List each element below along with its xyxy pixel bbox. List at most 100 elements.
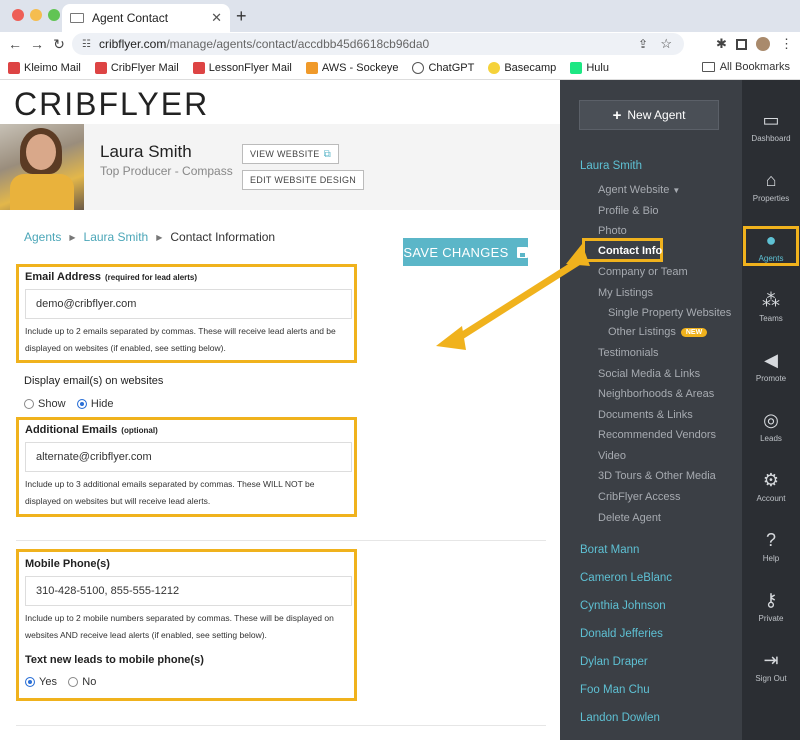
menu-single-property-websites[interactable]: Single Property Websites xyxy=(608,307,731,319)
new-agent-button[interactable]: + New Agent xyxy=(579,100,719,130)
rail-account[interactable]: ⚙ Account xyxy=(742,470,800,503)
new-tab-icon[interactable]: + xyxy=(236,6,247,27)
menu-delete-agent[interactable]: Delete Agent xyxy=(598,512,661,524)
menu-photo[interactable]: Photo xyxy=(598,225,627,237)
house-icon: ⌂ xyxy=(765,170,777,190)
agent-link-landon-dowlen[interactable]: Landon Dowlen xyxy=(580,712,660,724)
side-panel-icon[interactable] xyxy=(736,39,747,50)
view-website-button[interactable]: VIEW WEBSITE ⧉ xyxy=(242,144,340,164)
rail-teams[interactable]: ⁂ Teams xyxy=(742,290,800,323)
save-changes-button[interactable]: SAVE CHANGES xyxy=(403,238,528,266)
rail-agents[interactable]: ● Agents xyxy=(742,230,800,263)
hide-radio[interactable] xyxy=(76,398,87,409)
menu-social-media[interactable]: Social Media & Links xyxy=(598,368,700,380)
bookmark-kleimo-mail[interactable]: Kleimo Mail xyxy=(8,61,81,74)
rail-properties[interactable]: ⌂ Properties xyxy=(742,170,800,203)
address-bar[interactable]: ☷ cribflyer.com/manage/agents/contact/ac… xyxy=(72,33,684,55)
agent-link-cameron-leblanc[interactable]: Cameron LeBlanc xyxy=(580,572,672,584)
sign-out-icon: ⇥ xyxy=(763,650,779,670)
breadcrumb-current: Contact Information xyxy=(170,230,276,244)
menu-contact-info[interactable]: Contact Info xyxy=(598,245,662,257)
minimize-window-button[interactable] xyxy=(30,9,42,21)
person-icon: ● xyxy=(765,230,777,250)
bookmark-hulu[interactable]: Hulu xyxy=(570,61,609,74)
breadcrumb-agent[interactable]: Laura Smith xyxy=(84,230,149,244)
bookmark-aws[interactable]: AWS - Sockeye xyxy=(305,61,398,74)
agent-link-foo-man-chu[interactable]: Foo Man Chu xyxy=(580,684,650,696)
menu-other-listings[interactable]: Other Listings NEW xyxy=(608,326,708,338)
rail-help[interactable]: ? Help xyxy=(742,530,800,563)
rail-promote[interactable]: ◀ Promote xyxy=(742,350,800,383)
browser-tab[interactable]: Agent Contact ✕ xyxy=(62,4,230,32)
menu-agent-website[interactable]: Agent Website ▼ xyxy=(598,184,680,196)
gmail-icon xyxy=(8,61,20,74)
agent-link-borat-mann[interactable]: Borat Mann xyxy=(580,544,639,556)
bookmark-star-icon[interactable]: ☆ xyxy=(660,36,672,52)
additional-emails-section: Additional Emails (optional) alternate@cr… xyxy=(16,417,357,517)
agent-sidebar: + New Agent Laura Smith Agent Website ▼ P… xyxy=(560,80,742,740)
no-radio[interactable] xyxy=(68,676,79,687)
menu-video[interactable]: Video xyxy=(598,450,626,462)
menu-recommended-vendors[interactable]: Recommended Vendors xyxy=(598,429,716,441)
agent-link-cynthia-johnson[interactable]: Cynthia Johnson xyxy=(580,600,666,612)
rail-dashboard[interactable]: ▭ Dashboard xyxy=(742,110,800,143)
additional-emails-field[interactable]: alternate@cribflyer.com xyxy=(25,442,352,472)
site-logo[interactable]: CRIBFLYER xyxy=(14,86,209,123)
external-link-icon: ⧉ xyxy=(323,148,332,160)
basecamp-icon xyxy=(488,61,501,74)
menu-my-listings[interactable]: My Listings xyxy=(598,287,653,299)
back-icon[interactable]: ← xyxy=(4,36,26,52)
menu-3d-tours[interactable]: 3D Tours & Other Media xyxy=(598,470,716,482)
menu-testimonials[interactable]: Testimonials xyxy=(598,347,659,359)
close-window-button[interactable] xyxy=(12,9,24,21)
forward-icon[interactable]: → xyxy=(26,36,48,52)
extensions-icon[interactable]: ✱ xyxy=(716,36,727,52)
profile-avatar[interactable] xyxy=(756,37,770,51)
mobile-phone-label: Mobile Phone(s) xyxy=(25,558,110,570)
hulu-icon xyxy=(570,61,583,74)
email-help-text: Include up to 2 emails separated by comm… xyxy=(25,326,336,353)
all-bookmarks[interactable]: All Bookmarks xyxy=(701,61,790,73)
menu-cribflyer-access[interactable]: CribFlyer Access xyxy=(598,491,681,503)
agent-name: Laura Smith xyxy=(100,142,192,161)
reload-icon[interactable]: ↻ xyxy=(48,36,70,53)
chevron-right-icon: ▶ xyxy=(156,232,163,242)
tab-favicon-icon xyxy=(70,13,84,23)
menu-neighborhoods[interactable]: Neighborhoods & Areas xyxy=(598,388,714,400)
yes-radio[interactable] xyxy=(25,676,35,687)
show-radio[interactable] xyxy=(24,398,34,409)
nav-bar: ← → ↻ ☷ cribflyer.com/manage/agents/cont… xyxy=(0,32,800,56)
menu-documents[interactable]: Documents & Links xyxy=(598,409,693,421)
maximize-window-button[interactable] xyxy=(48,9,60,21)
agent-link-dylan-draper[interactable]: Dylan Draper xyxy=(580,656,648,668)
mobile-phone-section: Mobile Phone(s) 310-428-5100, 855-555-12… xyxy=(16,549,357,701)
share-icon[interactable]: ⇪ xyxy=(638,37,648,51)
edit-website-design-button[interactable]: EDIT WEBSITE DESIGN xyxy=(242,170,365,190)
rail-leads[interactable]: ◎ Leads xyxy=(742,410,800,443)
gmail-icon xyxy=(192,61,205,74)
url-path: /manage/agents/contact/accdbb45d6618cb96… xyxy=(166,37,430,51)
current-agent-link[interactable]: Laura Smith xyxy=(580,160,642,172)
rail-private[interactable]: ⚷ Private xyxy=(742,590,800,623)
gear-icon: ⚙ xyxy=(762,470,780,490)
plus-icon: + xyxy=(612,106,622,124)
agent-link-donald-jefferies[interactable]: Donald Jefferies xyxy=(580,628,663,640)
menu-profile-bio[interactable]: Profile & Bio xyxy=(598,205,659,217)
bookmark-cribflyer-mail[interactable]: CribFlyer Mail xyxy=(94,61,179,74)
site-info-icon[interactable]: ☷ xyxy=(82,39,91,50)
bookmark-lessonflyer-mail[interactable]: LessonFlyer Mail xyxy=(192,61,292,74)
bookmarks-bar: Kleimo Mail CribFlyer Mail LessonFlyer M… xyxy=(0,56,800,80)
menu-company-team[interactable]: Company or Team xyxy=(598,266,688,278)
mobile-phone-field[interactable]: 310-428-5100, 855-555-1212 xyxy=(25,576,352,606)
mobile-phone-help-text: Include up to 2 mobile numbers separated… xyxy=(25,613,334,640)
help-icon: ? xyxy=(765,530,776,550)
url-host: cribflyer.com xyxy=(98,37,167,51)
bookmark-basecamp[interactable]: Basecamp xyxy=(488,61,556,74)
rail-sign-out[interactable]: ⇥ Sign Out xyxy=(742,650,800,683)
close-tab-icon[interactable]: ✕ xyxy=(211,10,222,26)
breadcrumb-agents[interactable]: Agents xyxy=(24,230,61,244)
bookmark-chatgpt[interactable]: ChatGPT xyxy=(412,61,474,74)
megaphone-icon: ◀ xyxy=(764,350,778,370)
menu-kebab-icon[interactable]: ⋮ xyxy=(780,36,793,52)
email-field[interactable]: demo@cribflyer.com xyxy=(25,289,352,319)
